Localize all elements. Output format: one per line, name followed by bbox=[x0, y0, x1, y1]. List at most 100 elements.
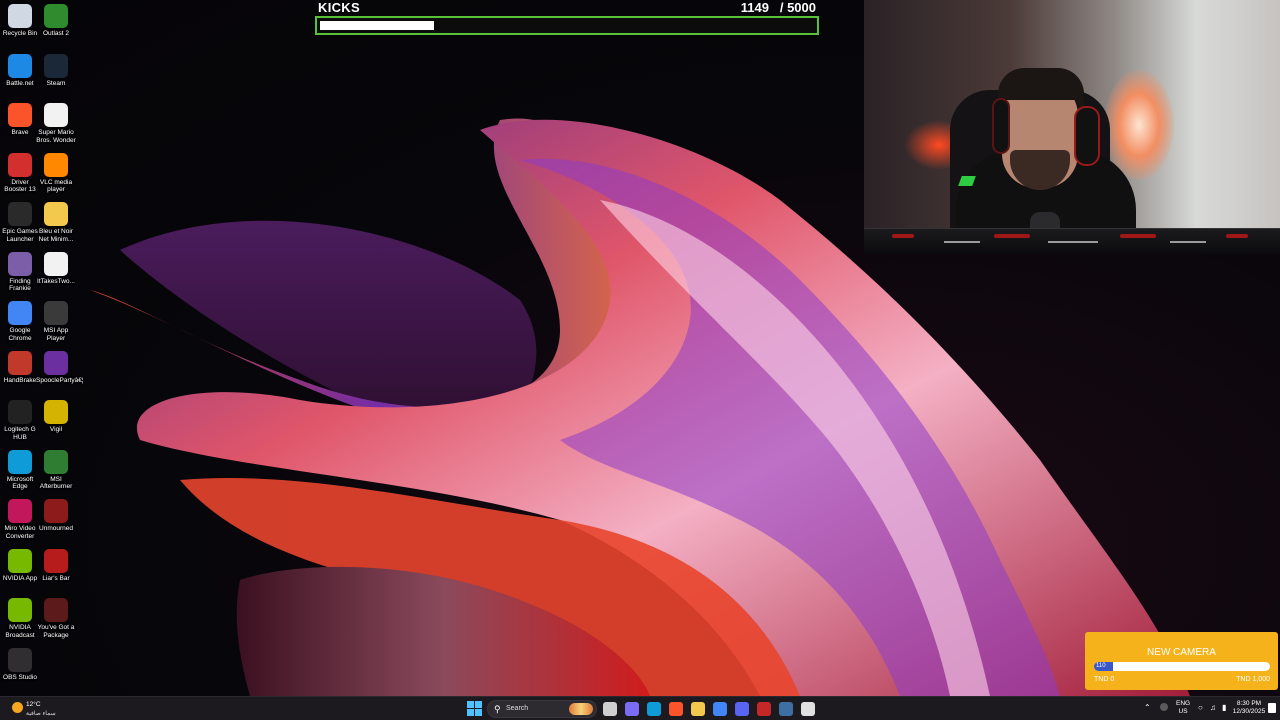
camera-goal-track: 110 bbox=[1094, 662, 1270, 671]
desktop-icon[interactable]: Outlast 2 bbox=[36, 4, 76, 38]
desktop-icon-label: Liar's Bar bbox=[42, 574, 70, 582]
clock[interactable]: 8:30 PM 12/30/2025 bbox=[1232, 700, 1266, 716]
recycle-bin-icon bbox=[8, 4, 32, 28]
camera-goal-max: TND 1,000 bbox=[1236, 676, 1270, 683]
desktop-icon[interactable]: MSI App Player bbox=[36, 301, 76, 342]
desktop-icon[interactable]: Battle.net bbox=[0, 53, 40, 88]
desktop-icon-label: Unmourned bbox=[39, 525, 73, 532]
desktop-icon[interactable]: Vigil bbox=[36, 400, 76, 434]
edge-icon[interactable] bbox=[647, 702, 661, 716]
msi-afterburner-icon bbox=[44, 449, 68, 474]
liars-bar-icon bbox=[44, 548, 68, 573]
desktop-icon[interactable]: Microsoft Edge bbox=[0, 449, 40, 491]
desktop-icon[interactable]: Liar's Bar bbox=[36, 548, 76, 583]
desktop-icon[interactable]: Steam bbox=[36, 53, 76, 88]
desktop-icon-label: VLC media player bbox=[39, 178, 73, 194]
desktop-icon[interactable]: Bleu et Noir Net Minim... bbox=[36, 202, 76, 243]
camera-goal-widget: NEW CAMERA 110 TND 0 TND 1,000 bbox=[1085, 632, 1278, 690]
camera-goal-min: TND 0 bbox=[1094, 676, 1115, 683]
desktop-icon-label: NVIDIA Broadcast bbox=[5, 624, 35, 639]
file-explorer-icon[interactable] bbox=[691, 702, 705, 716]
kicks-goal-track bbox=[315, 16, 819, 35]
kicks-goal-widget: KICKS 1149 / 5000 bbox=[315, 0, 819, 36]
obs-icon bbox=[8, 647, 32, 672]
camera-goal-title: NEW CAMERA bbox=[1147, 647, 1216, 658]
copilot-icon[interactable] bbox=[625, 702, 639, 716]
wifi-icon[interactable]: ○ bbox=[1198, 703, 1203, 712]
outlast-icon bbox=[44, 4, 68, 28]
desktop-icon[interactable]: Finding Frankie bbox=[0, 251, 40, 293]
search-icon: ⚲ bbox=[494, 704, 501, 714]
file-icon bbox=[44, 251, 68, 276]
desktop-icon-label: Google Chrome bbox=[8, 327, 32, 342]
show-hidden-icons-chevron-up-icon[interactable]: ⌃ bbox=[1144, 703, 1151, 712]
camera-goal-value: 110 bbox=[1096, 663, 1106, 669]
desktop-icon[interactable]: NVIDIA Broadcast bbox=[0, 598, 40, 639]
region-label: US bbox=[1178, 708, 1188, 715]
desktop-icon[interactable]: Miro Video Converter bbox=[0, 499, 40, 540]
driver-booster-icon bbox=[8, 152, 32, 177]
brave-icon[interactable] bbox=[669, 702, 683, 716]
app-red-icon[interactable] bbox=[757, 702, 771, 716]
discord-icon[interactable] bbox=[735, 702, 749, 716]
desktop-icon[interactable]: VLC media player bbox=[36, 152, 76, 194]
desktop-icon[interactable]: NVIDIA App bbox=[0, 548, 40, 583]
desktop-icon[interactable]: Driver Booster 13 bbox=[0, 152, 40, 194]
obs-icon[interactable] bbox=[801, 702, 815, 716]
kicks-goal-title: KICKS bbox=[318, 0, 360, 15]
chrome-icon[interactable] bbox=[713, 702, 727, 716]
desktop-icon-label: MSI Afterburner bbox=[39, 475, 73, 491]
desktop-icon-label: Finding Frankie bbox=[9, 277, 31, 293]
desktop-icon-label: HandBrake bbox=[3, 376, 37, 384]
desktop-icon-label: Steam bbox=[46, 79, 66, 87]
windows-logo-tile bbox=[467, 709, 474, 716]
desktop-icon[interactable]: You've Got a Package bbox=[36, 598, 76, 639]
logitech-icon bbox=[8, 400, 32, 424]
weather-temperature: 12°C bbox=[26, 701, 41, 708]
taskbar-search[interactable]: ⚲ Search bbox=[487, 700, 597, 718]
frame-dash bbox=[1048, 241, 1098, 243]
desktop-icon-label: You've Got a Package bbox=[37, 624, 75, 639]
volume-icon[interactable]: ♫ bbox=[1210, 703, 1216, 712]
desktop-icon[interactable]: OBS Studio bbox=[0, 647, 40, 682]
desktop-icon[interactable]: HandBrake bbox=[0, 350, 40, 385]
windows-logo-tile bbox=[475, 701, 482, 708]
desktop-icon-label: Microsoft Edge bbox=[6, 475, 34, 491]
package-icon bbox=[44, 598, 68, 622]
desktop-icon[interactable]: MSI Afterburner bbox=[36, 449, 76, 491]
task-view-icon[interactable] bbox=[603, 702, 617, 716]
battery-icon[interactable]: ▮ bbox=[1222, 703, 1226, 712]
desktop-icon-label: Recycle Bin bbox=[2, 30, 38, 37]
frame-dash bbox=[944, 241, 980, 243]
frame-accent bbox=[994, 234, 1030, 238]
folder-icon bbox=[44, 202, 68, 226]
miro-icon bbox=[8, 499, 32, 523]
tray-app-icon[interactable] bbox=[1160, 703, 1168, 711]
frame-dash bbox=[1170, 241, 1206, 243]
desktop-icon[interactable]: Logitech G HUB bbox=[0, 400, 40, 441]
frame-accent bbox=[1226, 234, 1248, 238]
desktop-icon[interactable]: Super Mario Bros. Wonder bbox=[36, 103, 76, 144]
desktop-icon[interactable]: Google Chrome bbox=[0, 301, 40, 342]
desktop-icon[interactable]: Epic Games Launcher bbox=[0, 202, 40, 243]
desktop-icon-label: Outlast 2 bbox=[42, 30, 69, 37]
notification-bell-icon[interactable] bbox=[1268, 703, 1276, 713]
desktop-icon[interactable]: Recycle Bin bbox=[0, 4, 40, 38]
brave-icon bbox=[8, 103, 32, 127]
headset-earcup bbox=[1074, 106, 1100, 166]
edge-icon bbox=[8, 449, 32, 474]
desktop-icon-label: Bleu et Noir Net Minim... bbox=[38, 228, 74, 243]
desktop-icon-label: Brave bbox=[11, 129, 29, 136]
clock-date: 12/30/2025 bbox=[1232, 708, 1266, 715]
kicks-goal-current: 1149 bbox=[740, 0, 769, 15]
start-button[interactable] bbox=[467, 701, 483, 717]
desktop-icon[interactable]: Brave bbox=[0, 103, 40, 137]
desktop-icon-label: SpooclePartyâ€¦ bbox=[36, 376, 84, 384]
language-indicator[interactable]: ENG US bbox=[1176, 700, 1190, 716]
desktop-icon[interactable]: SpooclePartyâ€¦ bbox=[36, 350, 84, 385]
desktop-icon[interactable]: ItTakesTwo... bbox=[36, 251, 76, 286]
battlenet-icon bbox=[8, 53, 32, 78]
webcam-hair-top bbox=[998, 68, 1084, 100]
steam-icon[interactable] bbox=[779, 702, 793, 716]
desktop-icon[interactable]: Unmourned bbox=[36, 499, 76, 533]
